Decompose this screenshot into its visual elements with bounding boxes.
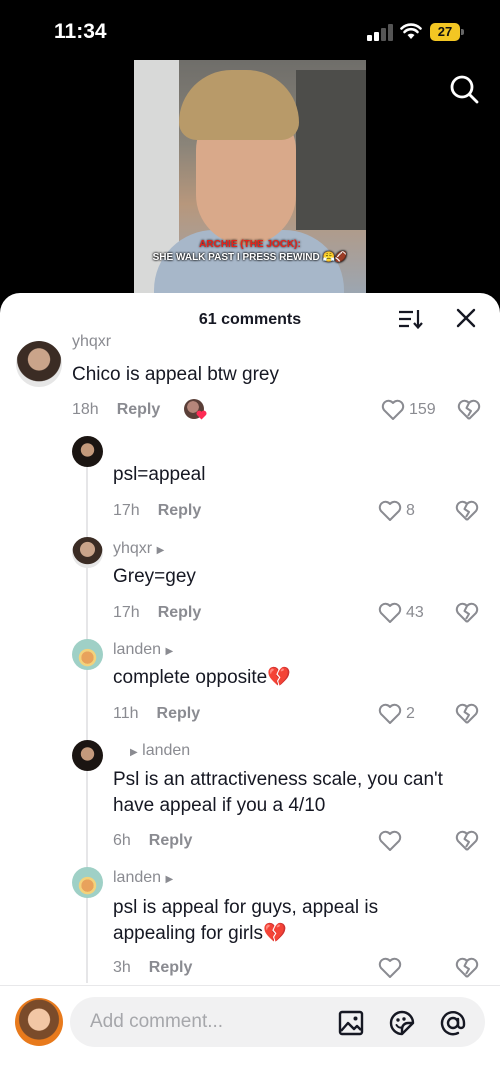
- close-icon[interactable]: [455, 307, 477, 329]
- broken-heart-icon[interactable]: [455, 602, 479, 624]
- comment-input-bar: [0, 985, 500, 1083]
- avatar[interactable]: [15, 998, 63, 1046]
- avatar[interactable]: [16, 341, 62, 387]
- reply-button[interactable]: Reply: [157, 705, 201, 722]
- comment-text: Chico is appeal btw grey: [72, 364, 279, 385]
- clock: 11:34: [54, 20, 107, 43]
- image-icon[interactable]: [337, 1009, 365, 1037]
- comment-input-box[interactable]: [70, 997, 485, 1047]
- reply-button[interactable]: Reply: [158, 604, 202, 621]
- heart-outline-icon: [378, 602, 402, 623]
- avatar[interactable]: [72, 639, 103, 670]
- like-count: 2: [406, 705, 415, 722]
- comment-username[interactable]: landen ▶: [113, 869, 173, 887]
- at-icon[interactable]: [439, 1009, 467, 1037]
- broken-heart-icon[interactable]: [455, 957, 479, 979]
- comments-count-title: 61 comments: [198, 311, 302, 328]
- comment-meta: 17h Reply: [113, 604, 201, 622]
- reply-button[interactable]: Reply: [158, 502, 202, 519]
- wifi-icon: [400, 23, 422, 39]
- like-button[interactable]: [378, 830, 406, 852]
- comment-text: Psl is an attractiveness scale, you can'…: [113, 769, 443, 816]
- comment-time: 17h: [113, 604, 140, 621]
- comment-meta: 3h Reply: [113, 959, 192, 977]
- like-button[interactable]: [378, 957, 406, 979]
- avatar[interactable]: [72, 436, 103, 467]
- like-button[interactable]: 2: [378, 703, 415, 725]
- broken-heart-icon[interactable]: [455, 703, 479, 725]
- cellular-signal-icon: [367, 24, 393, 41]
- avatar[interactable]: [72, 867, 103, 898]
- reply-button[interactable]: Reply: [117, 401, 161, 418]
- like-count: 8: [406, 502, 415, 519]
- comment-meta: 18h Reply: [72, 401, 160, 419]
- comment-text: complete opposite💔: [113, 667, 291, 688]
- comment-text: psl=appeal: [113, 464, 206, 485]
- reply-item: psl=appeal 17h Reply 8: [0, 436, 500, 526]
- comment-username[interactable]: yhqxr: [72, 333, 111, 351]
- like-button[interactable]: 159: [381, 399, 436, 421]
- video-player[interactable]: ARCHIE (THE JOCK): SHE WALK PAST I PRESS…: [134, 60, 366, 300]
- comment-text: psl is appeal for guys, appeal is appeal…: [113, 897, 379, 944]
- comments-sheet: 61 comments yhqxr Chico is appeal btw gr…: [0, 293, 500, 1083]
- heart-badge-icon: [196, 410, 207, 420]
- comment-time: 17h: [113, 502, 140, 519]
- comment-meta: 6h Reply: [113, 832, 192, 850]
- comment-username[interactable]: yhqxr ▶: [113, 540, 164, 558]
- video-caption-title: ARCHIE (THE JOCK):: [199, 239, 301, 250]
- battery-icon: 27: [430, 23, 464, 41]
- reply-item: landen ▶ psl is appeal for guys, appeal …: [0, 867, 500, 987]
- like-button[interactable]: 8: [378, 500, 415, 522]
- avatar[interactable]: [72, 740, 103, 771]
- sort-icon[interactable]: [398, 308, 424, 330]
- reply-item: ▶ landen Psl is an attractiveness scale,…: [0, 740, 500, 860]
- comment-time: 3h: [113, 959, 131, 976]
- avatar[interactable]: [72, 537, 103, 568]
- comment-input[interactable]: [90, 997, 320, 1047]
- like-count: 43: [406, 604, 424, 621]
- comment-username[interactable]: landen ▶: [113, 641, 173, 659]
- battery-level: 27: [430, 23, 460, 41]
- reply-to-label[interactable]: ▶ landen: [130, 742, 190, 760]
- video-area: ARCHIE (THE JOCK): SHE WALK PAST I PRESS…: [0, 60, 500, 300]
- heart-outline-icon: [378, 500, 402, 521]
- comment-meta: 17h Reply: [113, 502, 201, 520]
- broken-heart-icon[interactable]: [455, 500, 479, 522]
- comment-meta: 11h Reply: [113, 705, 200, 723]
- reply-button[interactable]: Reply: [149, 832, 193, 849]
- reply-item: yhqxr ▶ Grey=gey 17h Reply 43: [0, 537, 500, 627]
- heart-outline-icon: [378, 830, 402, 851]
- comment-item: yhqxr Chico is appeal btw grey 18h Reply …: [0, 333, 500, 428]
- broken-heart-icon[interactable]: [457, 399, 481, 421]
- heart-outline-icon: [381, 399, 405, 420]
- heart-outline-icon: [378, 703, 402, 724]
- broken-heart-icon[interactable]: [455, 830, 479, 852]
- reply-button[interactable]: Reply: [149, 959, 193, 976]
- comment-time: 6h: [113, 832, 131, 849]
- like-count: 159: [409, 401, 436, 418]
- like-button[interactable]: 43: [378, 602, 424, 624]
- comment-time: 11h: [113, 705, 139, 722]
- emoji-icon[interactable]: [388, 1009, 416, 1037]
- video-caption-text: SHE WALK PAST I PRESS REWIND 😤🏈: [152, 252, 348, 263]
- reply-item: landen ▶ complete opposite💔 11h Reply 2: [0, 639, 500, 729]
- heart-outline-icon: [378, 957, 402, 978]
- status-bar: 11:34 27: [0, 0, 500, 60]
- search-icon[interactable]: [449, 74, 479, 104]
- comment-time: 18h: [72, 401, 99, 418]
- comment-text: Grey=gey: [113, 566, 196, 587]
